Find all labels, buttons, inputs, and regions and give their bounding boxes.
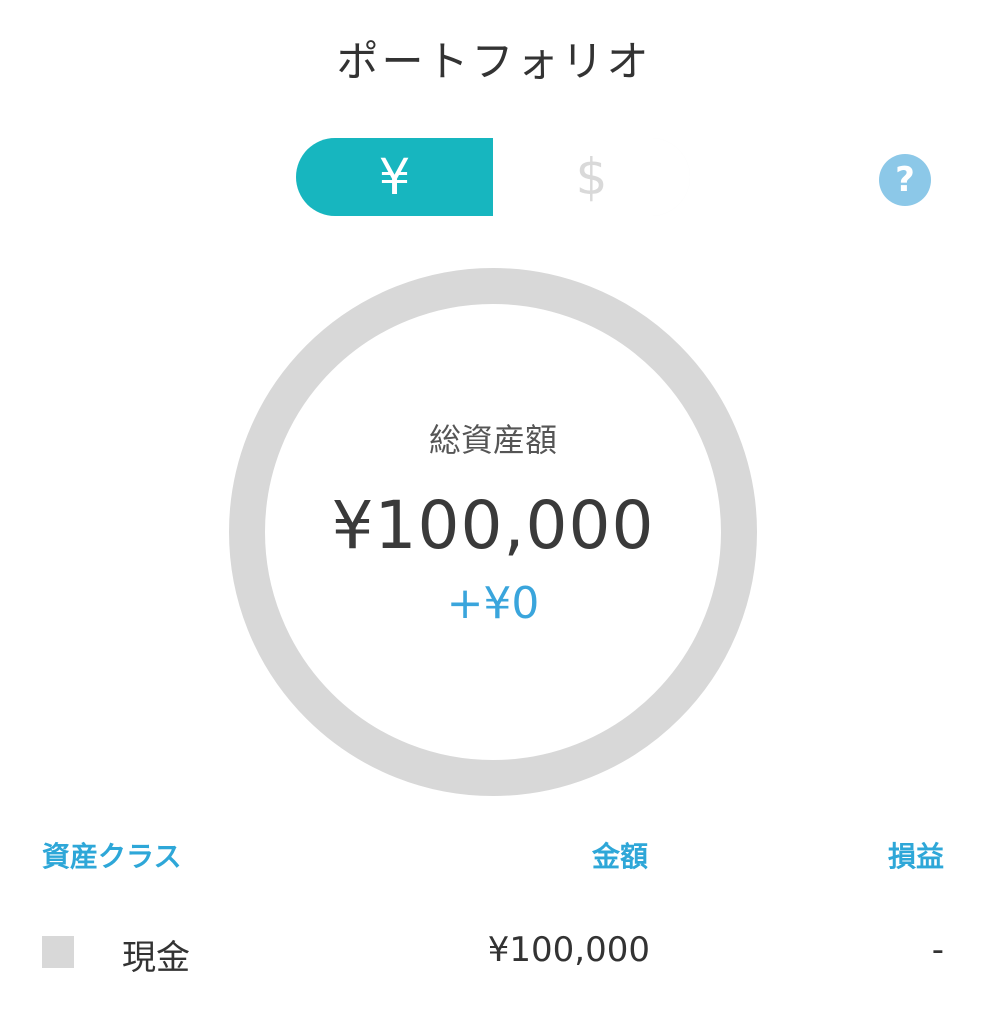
asset-color-swatch	[42, 936, 74, 968]
help-icon[interactable]: ?	[879, 154, 931, 206]
total-assets-label: 総資産額	[428, 421, 557, 459]
currency-option-dollar[interactable]: $	[493, 138, 690, 216]
asset-profit-loss: -	[931, 930, 944, 970]
asset-amount: ¥100,000	[487, 930, 650, 970]
currency-option-yen[interactable]: ¥	[296, 138, 493, 216]
currency-toggle[interactable]: ¥ $	[296, 138, 690, 216]
total-change-value: +¥0	[446, 578, 540, 629]
table-header: 資産クラス 金額 損益	[0, 835, 988, 875]
column-header-asset-class[interactable]: 資産クラス	[42, 835, 181, 875]
column-header-amount[interactable]: 金額	[520, 835, 648, 875]
total-assets-value: ¥100,000	[331, 487, 655, 564]
column-header-profit-loss[interactable]: 損益	[840, 835, 944, 875]
donut-center: 総資産額 ¥100,000 +¥0	[229, 268, 757, 796]
page-title: ポートフォリオ	[336, 37, 652, 86]
asset-name: 現金	[122, 938, 190, 978]
table-row[interactable]: 現金 ¥100,000 -	[0, 928, 988, 978]
